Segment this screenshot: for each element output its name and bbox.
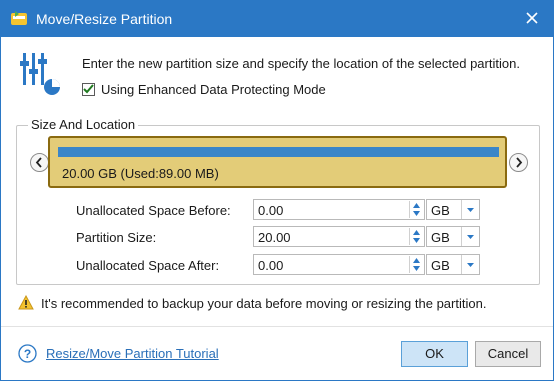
unallocated-before-unit-select[interactable]: GB [426,199,480,220]
spin-down-icon[interactable] [412,237,421,244]
help-icon[interactable]: ? [18,344,37,363]
unallocated-after-label: Unallocated Space After: [76,258,220,273]
tutorial-link[interactable]: Resize/Move Partition Tutorial [46,346,219,361]
dropdown-arrow-icon [467,208,474,212]
ok-button[interactable]: OK [401,341,468,367]
partition-size-unit: GB [431,230,450,245]
unallocated-before-unit: GB [431,203,450,218]
partition-size-input[interactable]: 20.00 [253,226,425,247]
spin-up-icon[interactable] [412,229,421,236]
partition-size-field-label: Partition Size: [76,230,157,245]
spin-up-icon[interactable] [412,202,421,209]
move-resize-dialog: Move/Resize Partition Enter the new part… [0,0,554,381]
spin-down-icon[interactable] [412,210,421,217]
used-space-bar [58,147,499,157]
dropdown-arrow-icon [467,235,474,239]
partition-size-label: 20.00 GB (Used:89.00 MB) [62,166,219,181]
resize-sliders-icon [20,53,60,95]
cancel-button[interactable]: Cancel [475,341,541,367]
close-icon[interactable] [521,7,543,29]
title-bar: Move/Resize Partition [1,1,553,37]
app-icon [11,11,27,25]
unallocated-after-input[interactable]: 0.00 [253,254,425,275]
backup-warning-text: It's recommended to backup your data bef… [41,296,487,311]
unallocated-after-spinner[interactable] [409,256,423,273]
spin-up-icon[interactable] [412,257,421,264]
dropdown-arrow-icon [467,263,474,267]
svg-text:?: ? [24,347,31,361]
intro-text: Enter the new partition size and specify… [82,56,520,71]
unallocated-before-input[interactable]: 0.00 [253,199,425,220]
partition-size-value[interactable]: 20.00 [258,230,291,245]
enhanced-mode-checkbox[interactable] [82,83,95,96]
partition-size-spinner[interactable] [409,228,423,245]
unallocated-before-spinner[interactable] [409,201,423,218]
chevron-left-icon [35,157,42,168]
checkmark-icon [83,84,94,94]
group-legend: Size And Location [28,117,139,132]
spin-down-icon[interactable] [412,265,421,272]
unallocated-before-value[interactable]: 0.00 [258,203,283,218]
enhanced-mode-option[interactable]: Using Enhanced Data Protecting Mode [82,82,326,97]
chevron-right-icon [516,157,523,168]
footer-divider [1,326,553,327]
unallocated-after-unit: GB [431,258,450,273]
window-title: Move/Resize Partition [36,11,173,27]
partition-size-unit-select[interactable]: GB [426,226,480,247]
move-left-button[interactable] [30,153,49,172]
unallocated-after-unit-select[interactable]: GB [426,254,480,275]
unallocated-before-label: Unallocated Space Before: [76,203,231,218]
move-right-button[interactable] [509,153,528,172]
enhanced-mode-label[interactable]: Using Enhanced Data Protecting Mode [101,82,326,97]
unallocated-after-value[interactable]: 0.00 [258,258,283,273]
warning-icon [18,295,34,310]
partition-bar[interactable]: 20.00 GB (Used:89.00 MB) [48,136,507,188]
